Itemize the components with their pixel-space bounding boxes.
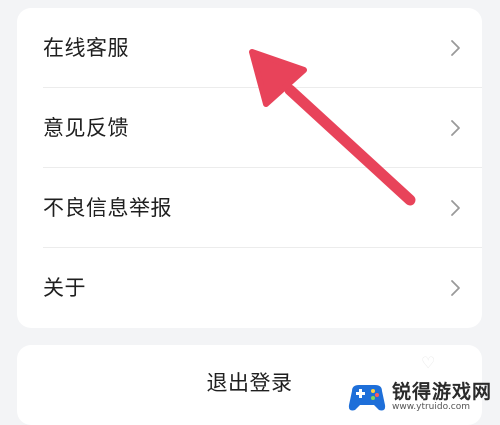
menu-item-online-service[interactable]: 在线客服 bbox=[17, 8, 482, 88]
chevron-right-icon bbox=[451, 280, 460, 296]
settings-menu-card: 在线客服 意见反馈 不良信息举报 关于 bbox=[17, 8, 482, 328]
chevron-right-icon bbox=[451, 120, 460, 136]
watermark-name: 锐得游戏网 bbox=[392, 381, 493, 403]
watermark: 锐得游戏网 www.ytruido.com bbox=[346, 375, 500, 420]
menu-item-about[interactable]: 关于 bbox=[17, 248, 482, 328]
menu-item-label: 关于 bbox=[43, 276, 86, 300]
watermark-url: www.ytruido.com bbox=[392, 402, 471, 412]
chevron-right-icon bbox=[451, 200, 460, 216]
chevron-right-icon bbox=[451, 40, 460, 56]
menu-item-label: 不良信息举报 bbox=[43, 196, 172, 220]
heart-outline-icon: ♡ bbox=[421, 353, 436, 372]
menu-item-label: 在线客服 bbox=[43, 36, 129, 60]
menu-item-label: 意见反馈 bbox=[43, 116, 129, 140]
menu-item-feedback[interactable]: 意见反馈 bbox=[17, 88, 482, 168]
menu-item-report[interactable]: 不良信息举报 bbox=[17, 168, 482, 248]
gamepad-logo-icon bbox=[348, 385, 386, 411]
